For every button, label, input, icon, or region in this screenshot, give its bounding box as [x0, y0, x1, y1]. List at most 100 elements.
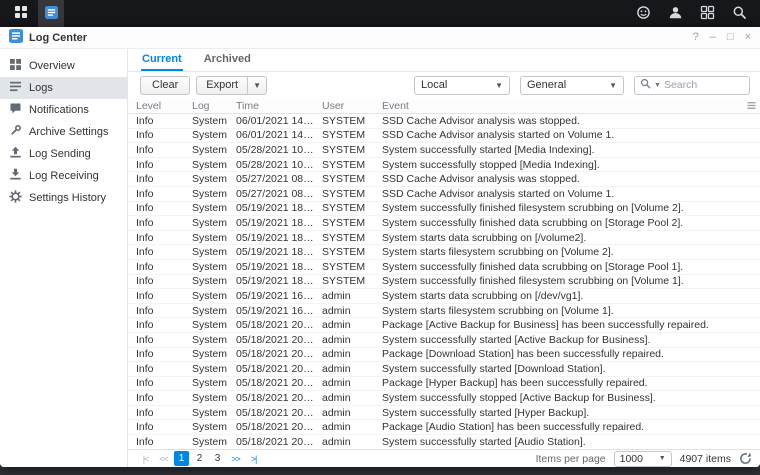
sidebar: Overview Logs Notifications Archive Sett…	[0, 49, 128, 467]
cell-log: System	[192, 377, 228, 390]
cell-time: 05/18/2021 20:10:...	[236, 421, 314, 434]
table-row[interactable]: Info System 05/27/2021 08:23:... SYSTEM …	[128, 172, 760, 187]
search-options-caret-icon[interactable]: ▼	[654, 82, 661, 89]
tab-archived[interactable]: Archived	[203, 49, 252, 71]
cell-level: Info	[136, 319, 154, 332]
table-row[interactable]: Info System 05/18/2021 20:10:... admin P…	[128, 377, 760, 392]
page-button-3[interactable]: 3	[210, 451, 225, 466]
log-center-window: Log Center ? – □ × Overview Logs Notific…	[0, 27, 760, 467]
sidebar-item-log-sending[interactable]: Log Sending	[0, 143, 127, 165]
table-row[interactable]: Info System 05/19/2021 18:12:... SYSTEM …	[128, 231, 760, 246]
table-row[interactable]: Info System 05/19/2021 18:12:... SYSTEM …	[128, 260, 760, 275]
cell-log: System	[192, 304, 228, 317]
sidebar-item-label: Logs	[29, 82, 53, 94]
export-caret-icon[interactable]: ▼	[247, 76, 266, 94]
column-header-level[interactable]: Level	[128, 100, 184, 112]
table-row[interactable]: Info System 05/19/2021 16:08:... admin S…	[128, 289, 760, 304]
window-titlebar[interactable]: Log Center ? – □ ×	[0, 27, 760, 49]
log-category-select[interactable]: General ▼	[520, 75, 624, 95]
export-button[interactable]: Export ▼	[196, 75, 268, 95]
cell-user: SYSTEM	[322, 114, 366, 127]
desktop-taskbar	[0, 0, 760, 27]
table-row[interactable]: Info System 05/18/2021 20:10:... admin S…	[128, 333, 760, 348]
export-button-label: Export	[206, 79, 239, 91]
cell-event: Package [Audio Station] has been success…	[382, 421, 645, 434]
cell-time: 05/18/2021 20:10:...	[236, 319, 314, 332]
last-page-button[interactable]: >|	[246, 451, 261, 466]
desktop-search-button[interactable]	[726, 0, 752, 27]
table-row[interactable]: Info System 05/18/2021 20:10:... admin P…	[128, 348, 760, 363]
sidebar-item-label: Archive Settings	[29, 126, 109, 138]
table-row[interactable]: Info System 05/18/2021 20:10:... admin S…	[128, 362, 760, 377]
table-row[interactable]: Info System 05/27/2021 08:22:... SYSTEM …	[128, 187, 760, 202]
prev-page-button[interactable]: <<	[156, 451, 171, 466]
cell-time: 05/19/2021 16:08:...	[236, 289, 314, 302]
cell-user: admin	[322, 392, 351, 405]
widgets-button[interactable]	[694, 0, 720, 27]
help-button[interactable]: ?	[693, 32, 699, 43]
cell-time: 05/18/2021 20:10:...	[236, 406, 314, 419]
cell-event: System starts data scrubbing on [/volume…	[382, 231, 587, 244]
user-menu-button[interactable]	[662, 0, 688, 27]
table-row[interactable]: Info System 05/28/2021 10:43:... SYSTEM …	[128, 158, 760, 173]
minimize-button[interactable]: –	[710, 32, 716, 43]
search-input[interactable]	[663, 79, 744, 91]
table-row[interactable]: Info System 05/18/2021 20:10:... admin S…	[128, 435, 760, 449]
log-category-value: General	[527, 79, 567, 91]
column-header-time[interactable]: Time	[228, 100, 314, 112]
table-row[interactable]: Info System 05/18/2021 20:10:... admin S…	[128, 406, 760, 421]
apps-menu-button[interactable]	[8, 0, 34, 27]
cell-user: admin	[322, 304, 351, 317]
main-panel: Current Archived Clear Export ▼ Local ▼ …	[128, 49, 760, 467]
column-header-log[interactable]: Log	[184, 100, 228, 112]
table-row[interactable]: Info System 05/19/2021 18:14:... SYSTEM …	[128, 216, 760, 231]
table-row[interactable]: Info System 05/19/2021 18:12:... SYSTEM …	[128, 245, 760, 260]
table-row[interactable]: Info System 05/19/2021 16:08:... admin S…	[128, 304, 760, 319]
refresh-icon[interactable]	[739, 452, 752, 465]
cell-level: Info	[136, 304, 154, 317]
cell-user: SYSTEM	[322, 231, 366, 244]
sidebar-item-logs[interactable]: Logs	[0, 77, 127, 99]
support-chat-button[interactable]	[630, 0, 656, 27]
sidebar-item-overview[interactable]: Overview	[0, 55, 127, 77]
cell-event: SSD Cache Advisor analysis was stopped.	[382, 173, 580, 186]
cell-user: admin	[322, 362, 351, 375]
table-row[interactable]: Info System 05/18/2021 20:10:... admin S…	[128, 391, 760, 406]
cell-event: System successfully started [Audio Stati…	[382, 435, 586, 448]
column-header-event[interactable]: Event	[374, 100, 744, 112]
cell-event: System starts filesystem scrubbing on [V…	[382, 304, 614, 317]
cell-level: Info	[136, 275, 154, 288]
first-page-button[interactable]: |<	[138, 451, 153, 466]
toolbar: Clear Export ▼ Local ▼ General ▼ ▼ Searc…	[128, 72, 760, 98]
tab-current[interactable]: Current	[141, 49, 183, 71]
cell-log: System	[192, 348, 228, 361]
table-row[interactable]: Info System 05/19/2021 18:11:... SYSTEM …	[128, 275, 760, 290]
table-row[interactable]: Info System 05/19/2021 18:14:... SYSTEM …	[128, 202, 760, 217]
search-box[interactable]: ▼	[634, 75, 750, 95]
taskbar-log-center-button[interactable]	[38, 0, 64, 27]
chevron-down-icon: ▼	[609, 80, 617, 90]
sidebar-item-notifications[interactable]: Notifications	[0, 99, 127, 121]
cell-log: System	[192, 114, 228, 127]
close-button[interactable]: ×	[745, 32, 751, 43]
page-button-1[interactable]: 1	[174, 451, 189, 466]
table-row[interactable]: Info System 05/28/2021 10:43:... SYSTEM …	[128, 143, 760, 158]
table-row[interactable]: Info System 05/18/2021 20:10:... admin P…	[128, 318, 760, 333]
sidebar-item-settings-history[interactable]: Settings History	[0, 187, 127, 209]
page-button-2[interactable]: 2	[192, 451, 207, 466]
maximize-button[interactable]: □	[727, 32, 734, 43]
sidebar-item-log-receiving[interactable]: Log Receiving	[0, 165, 127, 187]
log-scope-select[interactable]: Local ▼	[414, 75, 510, 95]
cell-event: System starts filesystem scrubbing on [V…	[382, 246, 614, 259]
table-row[interactable]: Info System 06/01/2021 14:37:... SYSTEM …	[128, 114, 760, 129]
clear-button[interactable]: Clear	[140, 75, 191, 95]
column-header-user[interactable]: User	[314, 100, 374, 112]
table-row[interactable]: Info System 05/18/2021 20:10:... admin P…	[128, 420, 760, 436]
cell-time: 05/18/2021 20:10:...	[236, 392, 314, 405]
sidebar-item-archive-settings[interactable]: Archive Settings	[0, 121, 127, 143]
cell-level: Info	[136, 187, 154, 200]
column-settings-icon[interactable]	[744, 101, 760, 110]
next-page-button[interactable]: >>	[228, 451, 243, 466]
table-row[interactable]: Info System 06/01/2021 14:37:... SYSTEM …	[128, 129, 760, 144]
items-per-page-select[interactable]: 1000 ▼	[613, 450, 672, 467]
